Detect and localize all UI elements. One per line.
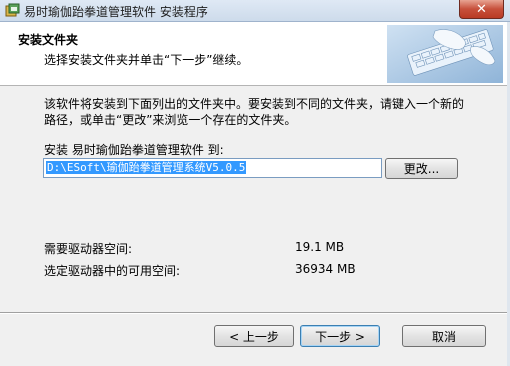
back-button[interactable]: < 上一步: [214, 325, 294, 347]
required-space-label: 需要驱动器空间:: [44, 242, 133, 256]
available-space-label: 选定驱动器中的可用空间:: [44, 264, 181, 278]
description-text: 该软件将安装到下面列出的文件夹中。要安装到不同的文件夹，请键入一个新的路径，或单…: [44, 97, 465, 127]
keyboard-hands-image: [387, 25, 503, 83]
next-button[interactable]: 下一步 >: [300, 325, 380, 347]
install-path-input[interactable]: D:\ESoft\瑜伽跆拳道管理系统V5.0.5: [43, 158, 382, 178]
browse-button[interactable]: 更改...: [385, 158, 458, 179]
close-button[interactable]: ✕: [459, 0, 504, 19]
required-space-value: 19.1 MB: [295, 240, 345, 254]
page-title: 安装文件夹: [18, 33, 79, 47]
window-title: 易时瑜伽跆拳道管理软件 安装程序: [24, 5, 208, 19]
close-icon: ✕: [476, 1, 487, 17]
installer-app-icon: [5, 3, 20, 17]
title-bar[interactable]: 易时瑜伽跆拳道管理软件 安装程序 ✕: [0, 0, 510, 22]
footer-separator: [0, 312, 510, 314]
cancel-button[interactable]: 取消: [402, 325, 486, 347]
install-location-label: 安装 易时瑜伽跆拳道管理软件 到:: [44, 143, 224, 157]
installer-window: 易时瑜伽跆拳道管理软件 安装程序 ✕ 安装文件夹 选择安装文件夹并单击“下一步”…: [0, 0, 510, 366]
available-space-value: 36934 MB: [295, 262, 356, 276]
install-path-value: D:\ESoft\瑜伽跆拳道管理系统V5.0.5: [46, 161, 247, 174]
page-subtitle: 选择安装文件夹并单击“下一步”继续。: [44, 53, 249, 67]
header-panel: 安装文件夹 选择安装文件夹并单击“下一步”继续。: [0, 22, 510, 86]
